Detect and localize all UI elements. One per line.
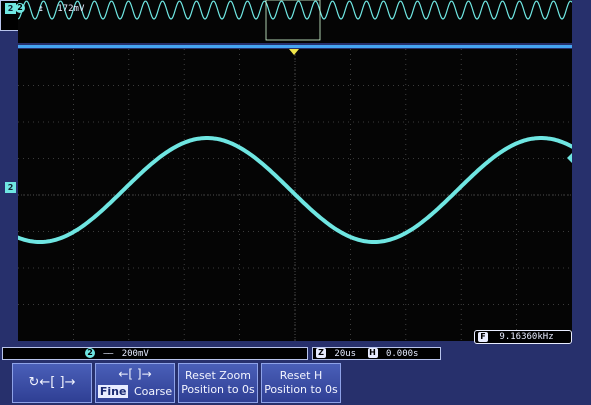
timebase-status-bar: Z 20us H 0.000s — [312, 347, 441, 360]
frequency-value: 9.16360kHz — [499, 332, 554, 342]
reset-zoom-label-2: Position to 0s — [181, 383, 255, 396]
channel-status-bar: 2 —— 200mV — [2, 347, 308, 360]
channel-2-ground-marker: 2 — [5, 182, 16, 193]
frequency-icon: F — [478, 331, 488, 342]
fine-coarse-symbol: ←[ ]→ — [118, 367, 152, 381]
zoom-icon: Z — [316, 348, 326, 358]
reset-h-label-1: Reset H — [279, 369, 323, 382]
channel-2-icon: 2 — [85, 348, 95, 358]
horizontal-position-icon: H — [367, 348, 378, 358]
reset-h-label-2: Position to 0s — [264, 383, 338, 396]
reset-zoom-label-1: Reset Zoom — [185, 369, 251, 382]
overview-trace — [17, 0, 573, 20]
fine-option[interactable]: Fine — [97, 385, 129, 398]
dc-coupling-icon: —— — [103, 348, 113, 359]
zoom-position-button[interactable]: ↻←[ ]→ — [12, 363, 92, 403]
frequency-readout: F 9.16360kHz — [474, 330, 572, 344]
reset-h-position-button[interactable]: Reset H Position to 0s — [261, 363, 341, 403]
fine-coarse-button[interactable]: ←[ ]→ Fine Coarse — [95, 363, 175, 403]
oscilloscope-display: 2 2 F 9.16360kHz 2 —— 200mV Z 20us H 0.0… — [0, 0, 591, 405]
trigger-level-marker — [567, 153, 572, 163]
zoom-graticule — [16, 49, 574, 341]
rising-edge-icon: ↥ — [38, 3, 44, 14]
zoom-position-symbol: ↻←[ ]→ — [28, 375, 76, 390]
trigger-position-marker — [289, 49, 299, 55]
overview-waveform-window — [17, 0, 573, 43]
horizontal-position: 0.000s — [385, 348, 419, 359]
channel-scale: 200mV — [121, 348, 149, 359]
coarse-option[interactable]: Coarse — [134, 385, 172, 398]
overview-waveform — [17, 0, 573, 41]
zoom-waveform-window — [16, 49, 574, 341]
window-separator — [18, 45, 572, 48]
trigger-level: 172mV — [57, 3, 85, 14]
trigger-source-icon: 2 — [15, 3, 25, 13]
reset-zoom-position-button[interactable]: Reset Zoom Position to 0s — [178, 363, 258, 403]
zoom-timebase: 20us — [334, 348, 357, 359]
